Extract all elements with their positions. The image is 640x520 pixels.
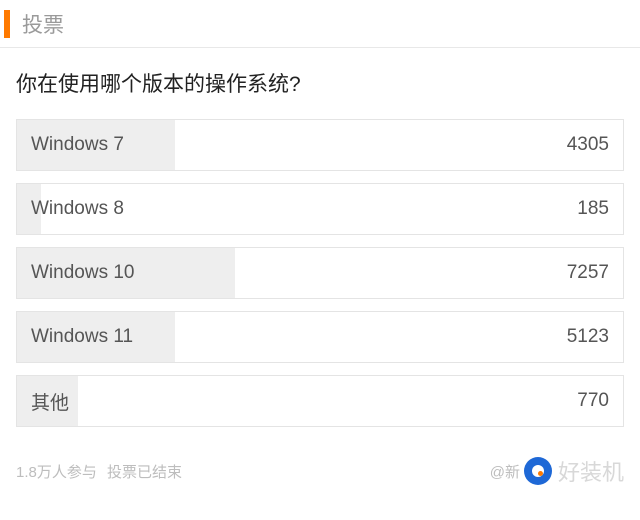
eye-dot	[538, 471, 543, 476]
poll-footer: 1.8万人参与 投票已结束 @新 好装机	[0, 449, 640, 493]
poll-option-label: 其他	[31, 376, 69, 426]
footer-status: 1.8万人参与 投票已结束	[16, 461, 188, 482]
poll-option[interactable]: Windows 8 185	[16, 183, 624, 235]
poll-option[interactable]: Windows 7 4305	[16, 119, 624, 171]
poll-header: 投票	[0, 0, 640, 48]
watermark-text: 好装机	[558, 455, 624, 487]
eye-inner	[532, 465, 544, 477]
poll-option[interactable]: Windows 10 7257	[16, 247, 624, 299]
footer-source: @新 好装机	[490, 455, 624, 487]
poll-option[interactable]: 其他 770	[16, 375, 624, 427]
participant-count: 1.8万人参与	[16, 464, 97, 481]
poll-content: 你在使用哪个版本的操作系统? Windows 7 4305 Windows 8 …	[0, 48, 640, 449]
poll-status: 投票已结束	[107, 464, 182, 481]
poll-option-label: Windows 7	[31, 120, 124, 170]
poll-question: 你在使用哪个版本的操作系统?	[16, 70, 624, 99]
poll-option-count: 185	[577, 184, 609, 234]
poll-option-label: Windows 8	[31, 184, 124, 234]
poll-option-count: 7257	[567, 248, 609, 298]
accent-bar	[4, 10, 10, 38]
poll-option-label: Windows 11	[31, 312, 133, 362]
poll-option-count: 4305	[567, 120, 609, 170]
poll-option-count: 5123	[567, 312, 609, 362]
eye-icon	[524, 457, 552, 485]
source-prefix: @新	[490, 461, 520, 482]
poll-option[interactable]: Windows 11 5123	[16, 311, 624, 363]
header-title: 投票	[22, 9, 64, 39]
poll-option-label: Windows 10	[31, 248, 135, 298]
poll-option-count: 770	[577, 376, 609, 426]
